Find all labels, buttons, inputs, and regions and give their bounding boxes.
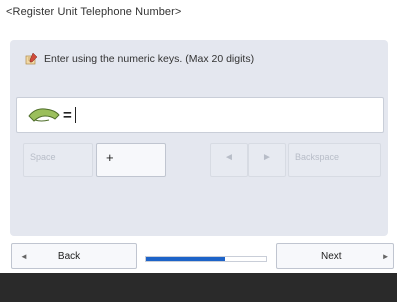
next-button[interactable]: Next ► <box>276 243 394 269</box>
back-arrow-icon: ◄ <box>20 251 28 261</box>
cursor-right-key[interactable]: ► <box>248 143 286 177</box>
text-cursor <box>74 107 76 123</box>
plus-key[interactable]: + <box>96 143 166 177</box>
cursor-left-key[interactable]: ◄ <box>210 143 248 177</box>
status-footer <box>0 273 397 302</box>
back-button[interactable]: ◄ Back <box>11 243 137 269</box>
next-arrow-icon: ► <box>381 251 390 261</box>
next-button-label: Next <box>321 250 342 262</box>
page-title: <Register Unit Telephone Number> <box>6 6 182 18</box>
instruction-row: Enter using the numeric keys. (Max 20 di… <box>24 52 254 66</box>
step-progress-bar <box>145 256 267 262</box>
telephone-number-input[interactable]: = <box>16 97 384 133</box>
back-button-label: Back <box>57 250 81 262</box>
instruction-text: Enter using the numeric keys. (Max 20 di… <box>44 53 255 65</box>
input-prefix: = <box>63 106 72 124</box>
telephone-handset-icon <box>28 108 60 122</box>
step-progress-fill <box>146 257 226 261</box>
navigation-bar: ◄ Back Next ► <box>0 241 397 273</box>
entry-panel: Enter using the numeric keys. (Max 20 di… <box>10 40 388 236</box>
backspace-key[interactable]: Backspace <box>288 143 381 177</box>
space-key[interactable]: Space <box>23 143 93 177</box>
pencil-note-icon <box>25 52 38 65</box>
